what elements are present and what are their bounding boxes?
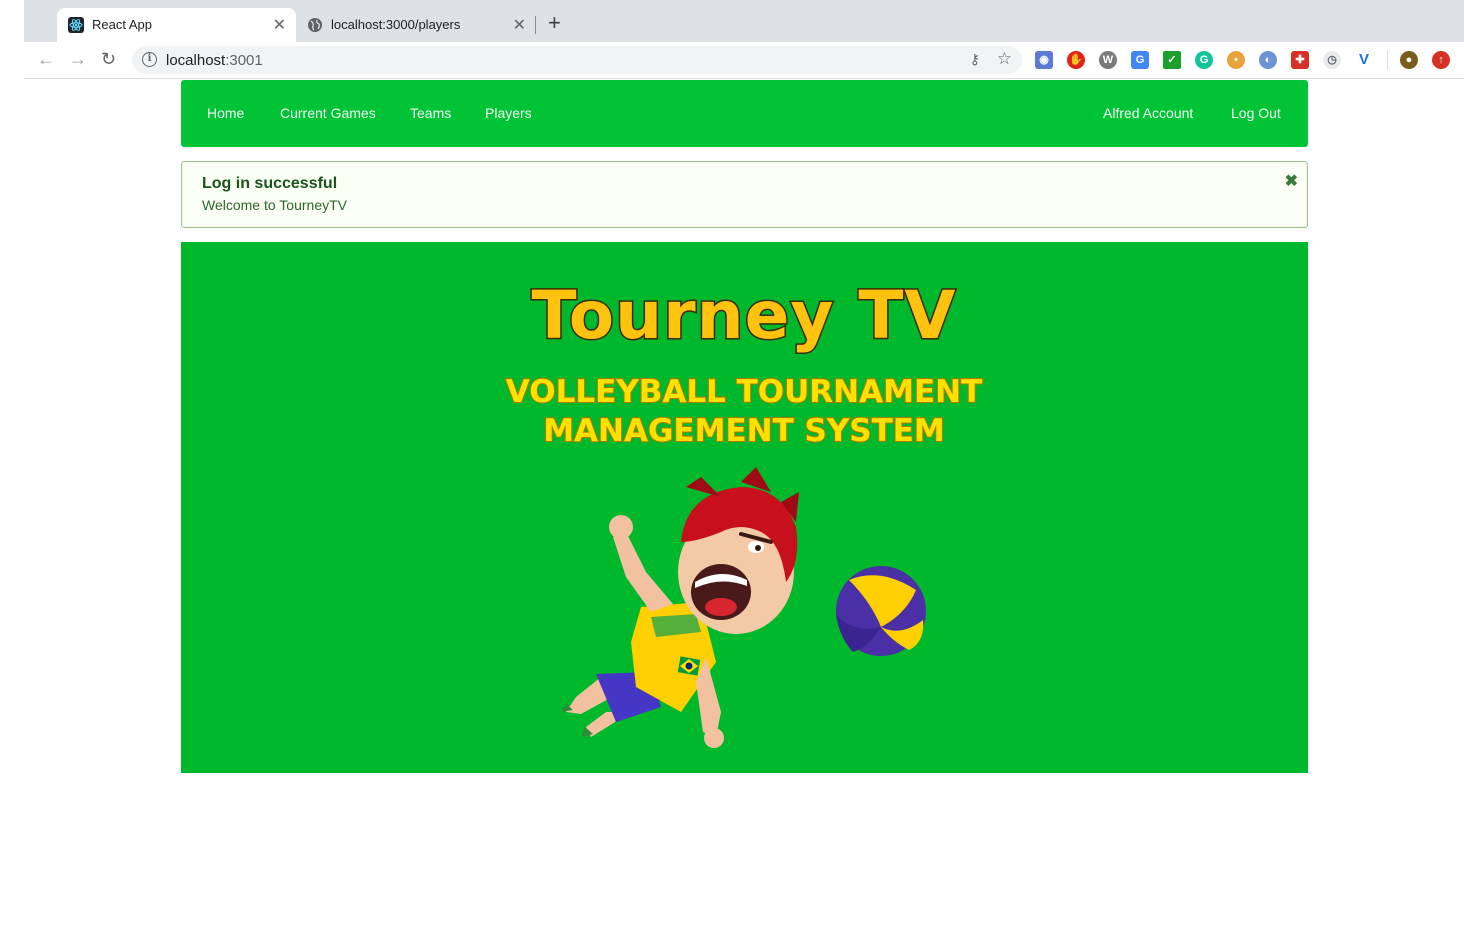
- message-body: Welcome to TourneyTV: [202, 197, 347, 213]
- hero-title: Tourney TV: [532, 277, 957, 354]
- browser-chrome: React App ✕ localhost:3000/players ✕ + ←…: [0, 0, 1464, 79]
- info-icon[interactable]: i: [142, 52, 157, 67]
- back-icon[interactable]: ←: [37, 50, 55, 68]
- profile-avatar-icon[interactable]: ●: [1400, 51, 1418, 69]
- checkmark-extension-icon[interactable]: ✓: [1163, 51, 1181, 69]
- tab-react-app[interactable]: React App ✕: [57, 8, 296, 42]
- hero-banner: Tourney TV VOLLEYBALL TOURNAMENT MANAGEM…: [181, 242, 1308, 773]
- success-message: Log in successful Welcome to TourneyTV ✖: [181, 161, 1308, 228]
- tab-title: localhost:3000/players: [331, 17, 461, 32]
- bookmark-star-icon[interactable]: ☆: [997, 49, 1012, 69]
- nav-account[interactable]: Alfred Account: [1103, 105, 1193, 121]
- url-host: localhost: [166, 52, 226, 69]
- tab-players[interactable]: localhost:3000/players ✕: [296, 8, 536, 42]
- globe-icon: [308, 18, 322, 32]
- close-icon[interactable]: ✖: [1285, 171, 1298, 191]
- adblock-extension-icon[interactable]: ✋: [1067, 51, 1085, 69]
- url-port: :3001: [225, 52, 263, 69]
- timer-extension-icon[interactable]: ◷: [1323, 51, 1341, 69]
- puzzle-extension-icon[interactable]: ✚: [1291, 51, 1309, 69]
- message-header: Log in successful: [202, 175, 338, 192]
- cookie-extension-icon[interactable]: •: [1227, 51, 1245, 69]
- toolbar-separator: [1387, 50, 1388, 70]
- browser-toolbar: ← → ↻ i localhost:3001 ⚷ ☆ ◉ ✋ W G ✓ G •…: [24, 42, 1464, 79]
- nav-log-out[interactable]: Log Out: [1231, 105, 1281, 121]
- wordpress-extension-icon[interactable]: W: [1099, 51, 1117, 69]
- hero-artwork: Tourney TV VOLLEYBALL TOURNAMENT MANAGEM…: [505, 276, 983, 748]
- nav-players[interactable]: Players: [485, 105, 532, 121]
- tab-separator: [535, 16, 536, 34]
- new-tab-icon[interactable]: +: [548, 12, 561, 34]
- forward-icon[interactable]: →: [69, 50, 87, 68]
- tab-title: React App: [92, 17, 152, 32]
- vue-extension-icon[interactable]: V: [1355, 51, 1373, 69]
- hero-subtitle-line2: MANAGEMENT SYSTEM: [543, 413, 945, 449]
- update-icon[interactable]: ↑: [1432, 51, 1450, 69]
- reload-icon[interactable]: ↻: [101, 50, 116, 68]
- translate-extension-icon[interactable]: G: [1131, 51, 1149, 69]
- nav-home[interactable]: Home: [207, 105, 244, 121]
- main-navbar: Home Current Games Teams Players Alfred …: [181, 80, 1308, 147]
- address-bar[interactable]: i localhost:3001 ⚷ ☆: [132, 46, 1022, 74]
- volleyball-icon: [836, 566, 926, 656]
- close-tab-icon[interactable]: ✕: [273, 15, 286, 35]
- camera-extension-icon[interactable]: ◉: [1035, 51, 1053, 69]
- nav-current-games[interactable]: Current Games: [280, 105, 376, 121]
- close-tab-icon[interactable]: ✕: [513, 15, 526, 35]
- player-illustration: [561, 467, 799, 748]
- react-icon: [68, 17, 84, 33]
- grammarly-extension-icon[interactable]: G: [1195, 51, 1213, 69]
- dropper-extension-icon[interactable]: ◐: [1259, 51, 1277, 69]
- tab-strip: React App ✕ localhost:3000/players ✕ +: [24, 0, 1464, 42]
- key-icon[interactable]: ⚷: [970, 51, 980, 68]
- hero-subtitle-line1: VOLLEYBALL TOURNAMENT: [506, 374, 982, 410]
- url-text[interactable]: localhost:3001: [166, 52, 263, 69]
- nav-teams[interactable]: Teams: [410, 105, 451, 121]
